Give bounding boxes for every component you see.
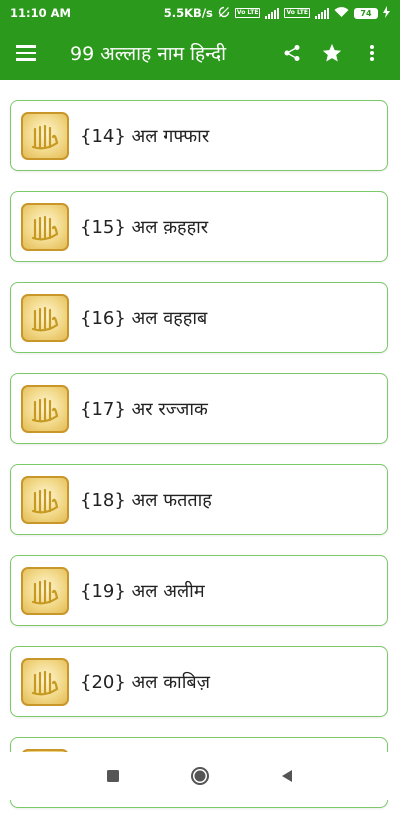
- allah-calligraphy-icon: [21, 202, 69, 251]
- system-nav-bar: [0, 752, 400, 800]
- home-circle-icon[interactable]: [185, 761, 215, 791]
- list-item[interactable]: {15} अल क़हहार: [10, 191, 388, 262]
- list-item-label: {18} अल फतताह: [80, 489, 212, 511]
- names-list: {14} अल गफ्फार {15} अल क़हहार {16} अल वह…: [10, 100, 390, 828]
- allah-calligraphy-icon: [21, 384, 69, 433]
- app-title: 99 अल्लाह नाम हिन्दी: [70, 43, 226, 65]
- charging-icon: [383, 5, 390, 21]
- lte-badge-2: Vo LTE: [284, 8, 310, 18]
- list-item-label: {15} अल क़हहार: [80, 216, 209, 238]
- app-bar: 99 अल्लाह नाम हिन्दी: [0, 26, 400, 80]
- list-item[interactable]: {17} अर रज्जाक: [10, 373, 388, 444]
- recents-square-icon[interactable]: [98, 761, 128, 791]
- list-item[interactable]: {14} अल गफ्फार: [10, 100, 388, 171]
- more-vert-icon[interactable]: [352, 33, 392, 73]
- list-item[interactable]: {18} अल फतताह: [10, 464, 388, 535]
- allah-calligraphy-icon: [21, 475, 69, 524]
- menu-icon[interactable]: [16, 41, 40, 65]
- signal-icon: [265, 7, 280, 19]
- list-item-label: {17} अर रज्जाक: [80, 398, 208, 420]
- lte-badge-1: Vo LTE: [234, 8, 261, 18]
- allah-calligraphy-icon: [21, 566, 69, 615]
- network-speed: 5.5KB/s: [163, 6, 213, 20]
- share-icon[interactable]: [272, 33, 312, 73]
- list-item-label: {19} अल अलीम: [80, 580, 205, 602]
- list-item-label: {14} अल गफ्फार: [80, 125, 210, 147]
- status-bar: 11:10 AM 5.5KB/s Vo LTE Vo LTE 74: [0, 0, 400, 26]
- wifi-icon: [334, 6, 349, 21]
- allah-calligraphy-icon: [21, 293, 69, 342]
- list-item-label: {20} अल काबिज़: [80, 671, 210, 693]
- status-time: 11:10 AM: [10, 6, 71, 20]
- allah-calligraphy-icon: [21, 111, 69, 160]
- list-item[interactable]: {19} अल अलीम: [10, 555, 388, 626]
- list-item[interactable]: {20} अल काबिज़: [10, 646, 388, 717]
- status-icons: 5.5KB/s Vo LTE Vo LTE 74: [163, 5, 390, 21]
- battery-icon: 74: [354, 7, 378, 19]
- sync-off-icon: [218, 6, 230, 21]
- list-item-label: {16} अल वहहाब: [80, 307, 208, 329]
- signal-icon-2: [315, 7, 329, 19]
- back-triangle-icon[interactable]: [272, 761, 302, 791]
- list-item[interactable]: {16} अल वहहाब: [10, 282, 388, 353]
- allah-calligraphy-icon: [21, 657, 69, 706]
- star-icon[interactable]: [312, 33, 352, 73]
